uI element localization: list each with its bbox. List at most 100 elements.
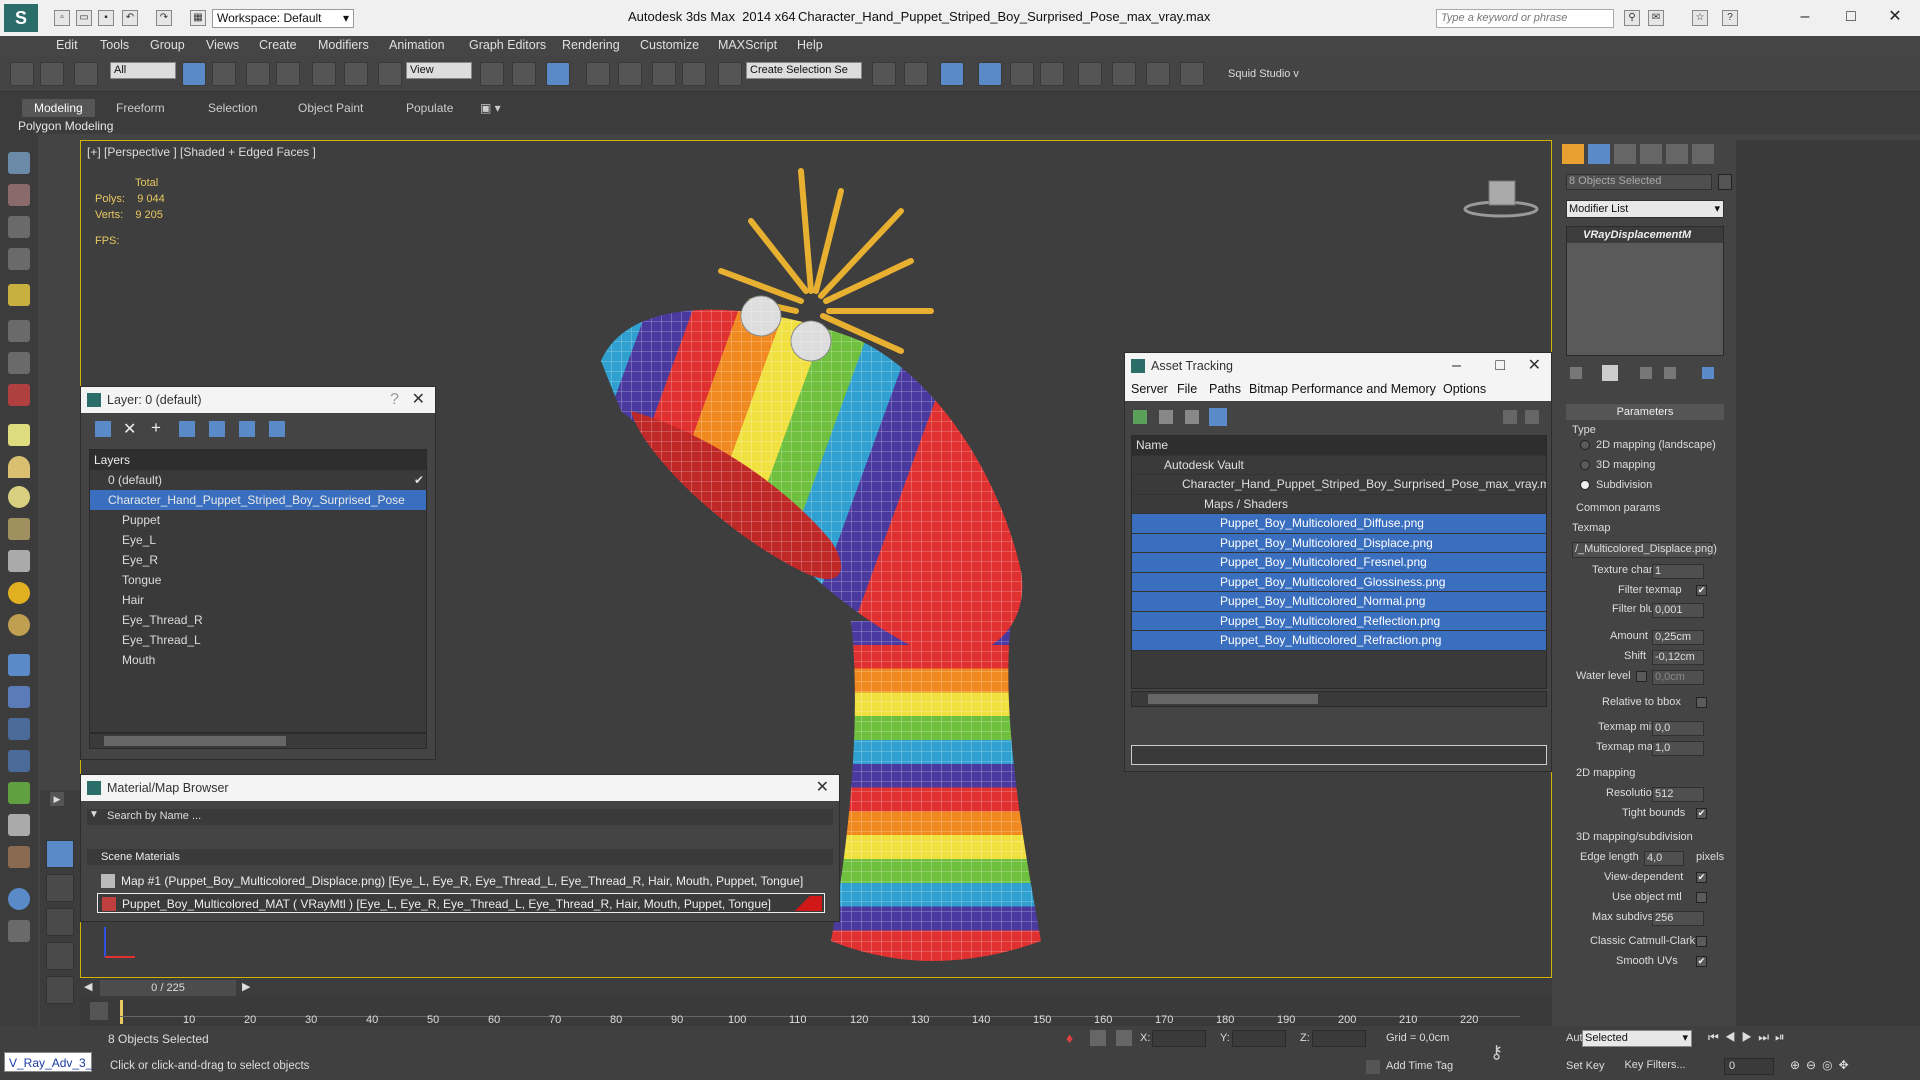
highlight-layer-icon[interactable] — [209, 421, 225, 437]
menu-customize[interactable]: Customize — [640, 38, 699, 52]
asset-row-map[interactable]: Puppet_Boy_Multicolored_Displace.png — [1132, 533, 1546, 553]
select-by-name-icon[interactable] — [212, 62, 236, 86]
menu-edit[interactable]: Edit — [56, 38, 78, 52]
chevron-down-icon[interactable]: ▼ — [89, 809, 99, 820]
save-icon[interactable]: ▪ — [98, 10, 114, 26]
delete-layer-icon[interactable]: ✕ — [123, 419, 136, 439]
mat-browser-titlebar[interactable]: Material/Map Browser ✕ — [81, 775, 839, 801]
y-field[interactable] — [1232, 1030, 1286, 1047]
rotate-icon[interactable] — [344, 62, 368, 86]
lock-selection-icon[interactable] — [1090, 1030, 1106, 1046]
project-folder-icon[interactable]: ▦ — [190, 10, 206, 26]
layout-triple-icon[interactable] — [46, 942, 74, 970]
sun-icon[interactable] — [8, 582, 30, 604]
select-object-icon[interactable] — [182, 62, 206, 86]
dynamics-icon[interactable] — [8, 686, 30, 708]
menu-group[interactable]: Group — [150, 38, 185, 52]
move-icon[interactable] — [312, 62, 336, 86]
scale-icon[interactable] — [378, 62, 402, 86]
light-icon[interactable] — [8, 284, 30, 306]
edge-length-field[interactable]: 4,0 — [1644, 851, 1684, 866]
layer-row-default[interactable]: 0 (default) ✔ — [90, 470, 426, 490]
key-mode-select[interactable]: Selected ▾ — [1582, 1030, 1692, 1047]
plant-icon[interactable] — [8, 782, 30, 804]
layers-column-header[interactable]: Layers — [90, 450, 426, 470]
radio-3d-mapping[interactable] — [1580, 460, 1590, 470]
prev-frame-arrow[interactable]: ◀ — [84, 980, 92, 993]
maxscript-listener[interactable]: V_Ray_Adv_3_ — [4, 1052, 92, 1072]
material-row-map[interactable]: Map #1 (Puppet_Boy_Multicolored_Displace… — [97, 871, 825, 891]
edit-named-selection-icon[interactable] — [718, 62, 742, 86]
playback-controls[interactable]: ⏮◀▶⏭⏯ — [1708, 1030, 1908, 1046]
z-field[interactable] — [1312, 1030, 1366, 1047]
asset-row-vault[interactable]: Autodesk Vault — [1132, 456, 1546, 475]
texture-chan-field[interactable]: 1 — [1652, 564, 1704, 579]
minimize-button[interactable]: – — [1790, 6, 1820, 28]
menu-server[interactable]: Server — [1131, 382, 1168, 396]
new-file-icon[interactable]: ▫ — [54, 10, 70, 26]
show-end-result-icon[interactable] — [1602, 365, 1618, 381]
render-setup-icon[interactable] — [1112, 62, 1136, 86]
plane-icon[interactable] — [8, 424, 30, 446]
list-view-icon[interactable] — [1159, 410, 1173, 424]
modify-tab-icon[interactable] — [1588, 144, 1610, 164]
make-unique-icon[interactable] — [1640, 367, 1652, 379]
layer-object-row[interactable]: Mouth — [90, 650, 426, 670]
set-key-button[interactable]: Set Key — [1566, 1060, 1605, 1072]
asset-row-map[interactable]: Puppet_Boy_Multicolored_Reflection.png — [1132, 611, 1546, 631]
layer-manager-icon[interactable] — [940, 62, 964, 86]
freeze-all-icon[interactable] — [269, 421, 285, 437]
tab-object-paint[interactable]: Object Paint — [286, 99, 375, 117]
minimize-button[interactable]: – — [1452, 353, 1461, 379]
expand-arrow-icon[interactable]: ▶ — [50, 792, 64, 806]
undo-icon[interactable]: ↶ — [122, 10, 138, 26]
close-window-button[interactable]: ✕ — [1880, 6, 1910, 28]
absolute-mode-icon[interactable] — [1116, 1030, 1132, 1046]
tab-modeling[interactable]: Modeling — [22, 99, 95, 117]
layer-object-row[interactable]: Tongue — [90, 570, 426, 590]
asset-row-map[interactable]: Puppet_Boy_Multicolored_Normal.png — [1132, 592, 1546, 612]
time-slider-thumb[interactable]: 0 / 225 — [100, 980, 236, 996]
water-level-checkbox[interactable] — [1636, 671, 1647, 682]
tight-bounds-checkbox[interactable]: ✔ — [1696, 808, 1707, 819]
current-frame-field[interactable]: 0 — [1724, 1058, 1774, 1075]
time-tag-icon[interactable] — [1366, 1060, 1380, 1074]
maximize-button[interactable]: □ — [1495, 353, 1505, 379]
curve-editor-icon[interactable] — [1010, 62, 1034, 86]
layer-hscrollbar[interactable] — [89, 733, 427, 749]
add-to-layer-icon[interactable]: + — [151, 418, 161, 438]
selection-filter-select[interactable]: All — [110, 62, 176, 79]
menu-animation[interactable]: Animation — [389, 38, 445, 52]
layout-grid-icon[interactable] — [46, 976, 74, 1004]
select-in-layer-icon[interactable] — [179, 421, 195, 437]
x-field[interactable] — [1152, 1030, 1206, 1047]
close-icon[interactable]: ✕ — [816, 775, 829, 801]
key-icon[interactable]: ⚷ — [1490, 1042, 1503, 1063]
display-tab-icon[interactable] — [1666, 144, 1688, 164]
layer-dialog-titlebar[interactable]: Layer: 0 (default) ? ✕ — [81, 387, 435, 413]
asset-row-map[interactable]: Puppet_Boy_Multicolored_Diffuse.png — [1132, 514, 1546, 534]
asset-row-scene-file[interactable]: Character_Hand_Puppet_Striped_Boy_Surpri… — [1132, 475, 1546, 495]
material-editor-icon[interactable] — [1078, 62, 1102, 86]
keyboard-shortcut-icon[interactable] — [546, 62, 570, 86]
max-subdivs-field[interactable]: 256 — [1652, 911, 1704, 926]
camera-icon[interactable] — [8, 320, 30, 342]
shift-field[interactable]: -0,12cm — [1652, 650, 1704, 665]
asset-row-map[interactable]: Puppet_Boy_Multicolored_Refraction.png — [1132, 631, 1546, 651]
isolate-icon[interactable]: ♦ — [1066, 1030, 1082, 1046]
help-icon[interactable]: ? — [390, 387, 399, 413]
next-frame-arrow[interactable]: ▶ — [242, 980, 250, 993]
hide-all-icon[interactable] — [239, 421, 255, 437]
filter-blur-field[interactable]: 0,001 — [1652, 603, 1704, 618]
layer-object-row[interactable]: Hair — [90, 590, 426, 610]
close-icon[interactable]: ✕ — [1528, 353, 1541, 379]
layout-split-icon[interactable] — [46, 908, 74, 936]
smooth-uvs-checkbox[interactable]: ✔ — [1696, 956, 1707, 967]
biped-icon[interactable] — [8, 814, 30, 836]
tab-selection[interactable]: Selection — [196, 99, 269, 117]
water-level-field[interactable]: 0,0cm — [1652, 670, 1704, 685]
asset-row-map[interactable]: Puppet_Boy_Multicolored_Fresnel.png — [1132, 553, 1546, 573]
menu-bitmap-performance[interactable]: Bitmap Performance and Memory — [1249, 382, 1436, 396]
modify-icon[interactable] — [8, 184, 30, 206]
close-icon[interactable]: ✕ — [412, 387, 425, 413]
